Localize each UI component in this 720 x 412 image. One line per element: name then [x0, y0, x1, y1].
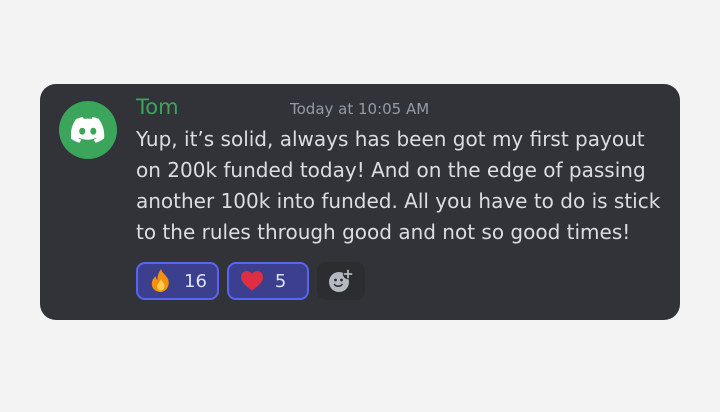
page-background: Tom Today at 10:05 AM Yup, it’s solid, a…: [0, 0, 720, 412]
message-timestamp: Today at 10:05 AM: [290, 100, 430, 118]
add-reaction-button[interactable]: [316, 262, 365, 300]
add-reaction-icon: [328, 268, 354, 292]
fire-icon: [150, 269, 172, 292]
username[interactable]: Tom: [136, 95, 179, 120]
discord-logo-icon: [71, 117, 105, 143]
avatar[interactable]: [59, 101, 117, 159]
heart-icon: [240, 270, 263, 292]
message-text: Yup, it’s solid, always has been got my …: [136, 127, 661, 244]
reaction-count: 5: [274, 270, 287, 292]
chat-message: Tom Today at 10:05 AM Yup, it’s solid, a…: [40, 84, 680, 320]
reaction-count: 16: [184, 270, 207, 292]
reaction-fire[interactable]: 16: [136, 262, 219, 300]
reaction-heart[interactable]: 5: [226, 262, 309, 300]
reaction-bar: 16 5: [136, 262, 365, 300]
